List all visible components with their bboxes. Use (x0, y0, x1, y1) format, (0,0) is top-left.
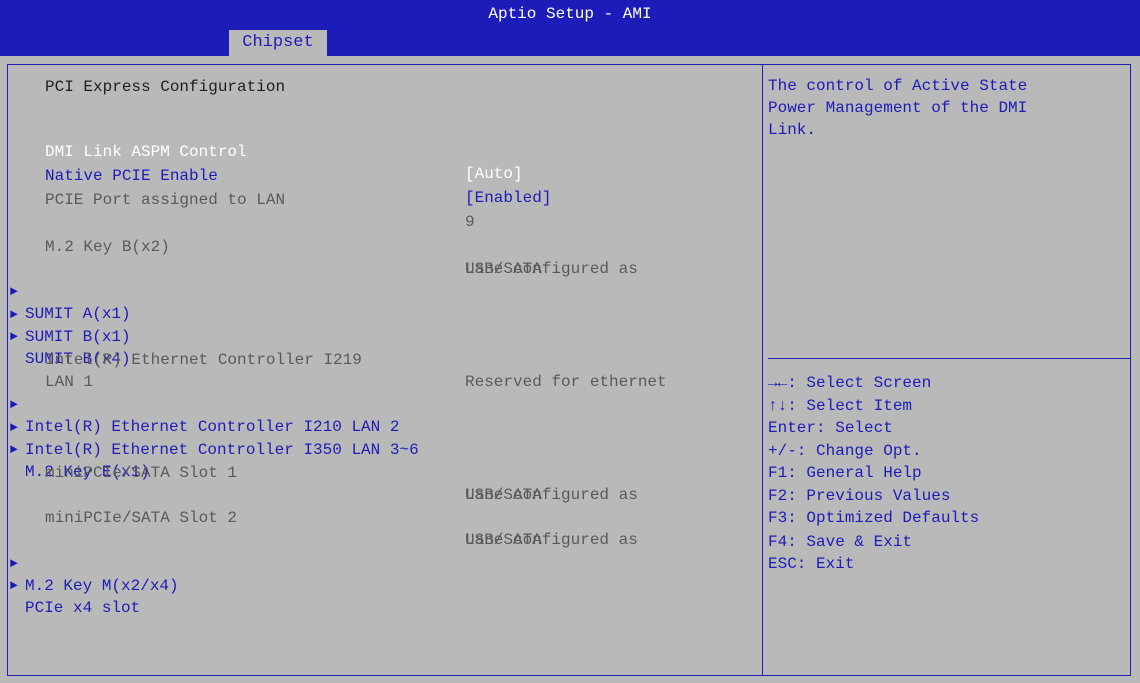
info-value: 9 (465, 213, 475, 231)
key-enter-select: Enter: Select (768, 419, 893, 437)
info-value: USB/SATA (465, 486, 542, 504)
setting-value[interactable]: [Enabled] (465, 187, 551, 209)
submenu-pcie-x4[interactable]: ► PCIe x4 slot (0, 553, 140, 617)
info-value: Reserved for ethernet (465, 373, 667, 391)
submenu-m2-keym[interactable]: ► M.2 Key M(x2/x4) (0, 531, 179, 595)
info-minipcie-1-cont: USB/SATA (0, 462, 542, 504)
info-m2-keyb: M.2 Key B(x2) Lane configured as (0, 214, 638, 278)
submenu-m2-keye[interactable]: ► M.2 Key E(x1) (0, 417, 150, 481)
info-i219-cont: LAN 1 (0, 349, 93, 391)
info-minipcie-2: miniPCIe/SATA Slot 2 Lane configured as (0, 485, 638, 549)
info-label: miniPCIe/SATA Slot 1 (45, 464, 238, 482)
app-title: Aptio Setup - AMI (488, 5, 652, 23)
key-optimized-defaults: F3: Optimized Defaults (768, 509, 980, 527)
info-pcie-lan: PCIE Port assigned to LAN 9 (0, 167, 475, 231)
submenu-label: PCIe x4 slot (25, 599, 141, 617)
info-label: M.2 Key B(x2) (45, 238, 170, 256)
setting-native-pcie[interactable]: Native PCIE Enable [Enabled] (0, 143, 551, 207)
info-label: Intel(R) Ethernet Controller I219 (45, 351, 362, 369)
key-esc-exit: ESC: Exit (768, 555, 855, 573)
submenu-label: Intel(R) Ethernet Controller I350 LAN 3~… (25, 441, 419, 459)
key-general-help: F1: General Help (768, 464, 922, 482)
submenu-i210[interactable]: ► Intel(R) Ethernet Controller I210 LAN … (0, 372, 399, 436)
key-change-opt: +/-: Change Opt. (768, 442, 922, 460)
info-label: LAN 1 (45, 373, 94, 391)
setting-value[interactable]: [Auto] (465, 163, 523, 185)
info-value: USB/SATA (465, 531, 542, 549)
info-minipcie-1: miniPCIe/SATA Slot 1 Lane configured as (0, 440, 638, 504)
info-m2-keyb-cont: USB/SATA (0, 236, 542, 278)
key-select-screen: →←: Select Screen (768, 374, 932, 392)
info-label: PCIE Port assigned to LAN (45, 191, 286, 209)
submenu-arrow-icon: ► (10, 578, 18, 593)
submenu-label: M.2 Key M(x2/x4) (25, 577, 179, 595)
key-save-exit: F4: Save & Exit (768, 533, 913, 551)
help-text: The control of Active State Power Manage… (768, 77, 1028, 139)
help-divider (768, 358, 1130, 359)
setting-label: DMI Link ASPM Control (45, 143, 247, 161)
key-select-item: ↑↓: Select Item (768, 397, 913, 415)
submenu-label: SUMIT A(x1) (25, 305, 131, 323)
submenu-label: SUMIT B(x1) (25, 328, 131, 346)
submenu-sumit-a[interactable]: ► SUMIT A(x1) (0, 259, 131, 323)
panel-divider (762, 64, 763, 676)
info-value: USB/SATA (465, 260, 542, 278)
info-label: miniPCIe/SATA Slot 2 (45, 509, 238, 527)
tab-chipset[interactable]: Chipset (229, 30, 327, 56)
info-i219: Intel(R) Ethernet Controller I219 Reserv… (0, 327, 667, 391)
submenu-sumit-b1[interactable]: ► SUMIT B(x1) (0, 282, 131, 346)
submenu-sumit-b4[interactable]: ► SUMIT B(x4) (0, 304, 131, 368)
submenu-label: Intel(R) Ethernet Controller I210 LAN 2 (25, 418, 400, 436)
setting-label: Native PCIE Enable (45, 167, 218, 185)
info-minipcie-2-cont: USB/SATA (0, 507, 542, 549)
setting-dmi-aspm[interactable]: DMI Link ASPM Control [Auto] (0, 119, 523, 183)
key-previous-values: F2: Previous Values (768, 487, 951, 505)
page-title: PCI Express Configuration (45, 78, 286, 96)
title-bar: Aptio Setup - AMI Chipset (0, 0, 1140, 56)
submenu-i350[interactable]: ► Intel(R) Ethernet Controller I350 LAN … (0, 395, 419, 459)
